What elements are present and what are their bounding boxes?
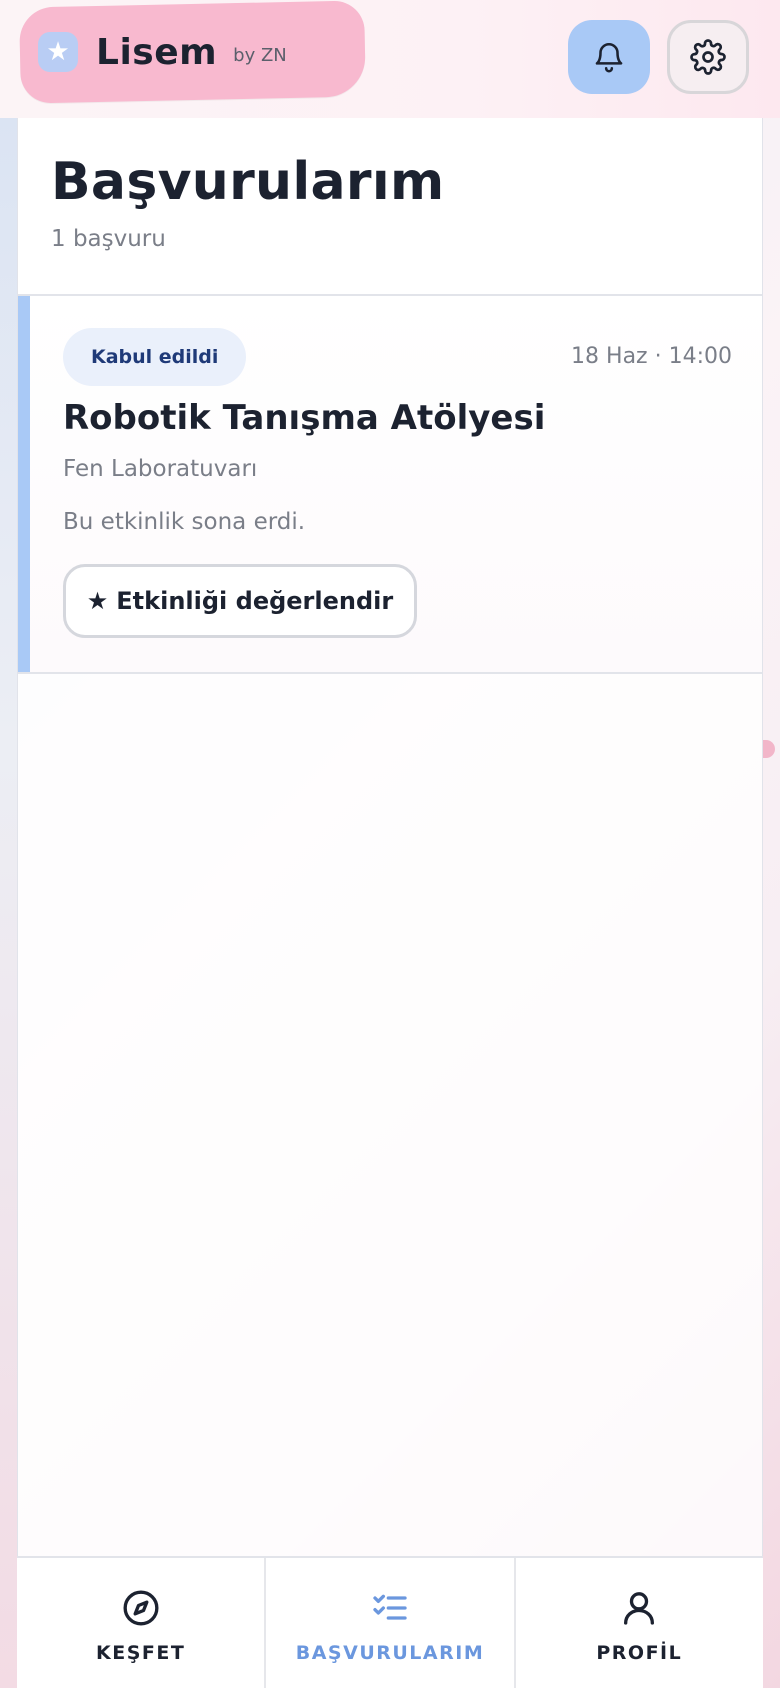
settings-button[interactable] — [667, 20, 749, 94]
brand-pill[interactable]: ★ Lisem by ZN — [19, 0, 366, 104]
card-accent-bar — [18, 296, 30, 672]
nav-item-profile[interactable]: PROFİL — [516, 1558, 763, 1688]
page-title: Başvurularım — [51, 152, 445, 212]
top-bar: ★ Lisem by ZN — [0, 0, 780, 118]
nav-label-discover: KEŞFET — [96, 1642, 186, 1664]
user-icon — [624, 1592, 655, 1625]
bottom-nav: KEŞFET BAŞVURULARIM PROFİL — [17, 1556, 763, 1688]
compass-icon — [123, 1590, 159, 1626]
nav-item-applications[interactable]: BAŞVURULARIM — [266, 1558, 516, 1688]
application-count: 1 başvuru — [51, 226, 166, 252]
page-header: Başvurularım 1 başvuru — [18, 118, 762, 296]
brand-name: Lisem — [96, 31, 218, 73]
rate-event-label: Etkinliği değerlendir — [116, 587, 394, 615]
event-title: Robotik Tanışma Atölyesi — [63, 398, 546, 438]
background-rail — [0, 118, 17, 1688]
main-content: Başvurularım 1 başvuru Kabul edildi 18 H… — [17, 118, 763, 1556]
application-card[interactable]: Kabul edildi 18 Haz · 14:00 Robotik Tanı… — [18, 296, 762, 674]
nav-label-applications: BAŞVURULARIM — [295, 1642, 485, 1664]
status-badge: Kabul edildi — [63, 328, 247, 386]
nav-label-profile: PROFİL — [596, 1642, 683, 1664]
brand-by: by ZN — [233, 44, 287, 66]
nav-item-discover[interactable]: KEŞFET — [17, 1558, 267, 1688]
star-icon: ★ — [86, 587, 109, 615]
gear-icon — [690, 39, 726, 75]
notifications-button[interactable] — [568, 20, 650, 94]
event-location: Fen Laboratuvarı — [63, 456, 258, 482]
checklist-icon — [373, 1594, 407, 1620]
star-icon: ★ — [38, 32, 78, 72]
rate-event-button[interactable]: ★ Etkinliği değerlendir — [63, 564, 417, 638]
bell-icon — [595, 43, 623, 73]
edge-decoration — [763, 740, 775, 758]
event-status-note: Bu etkinlik sona erdi. — [63, 509, 306, 535]
event-date: 18 Haz · 14:00 — [571, 344, 732, 369]
